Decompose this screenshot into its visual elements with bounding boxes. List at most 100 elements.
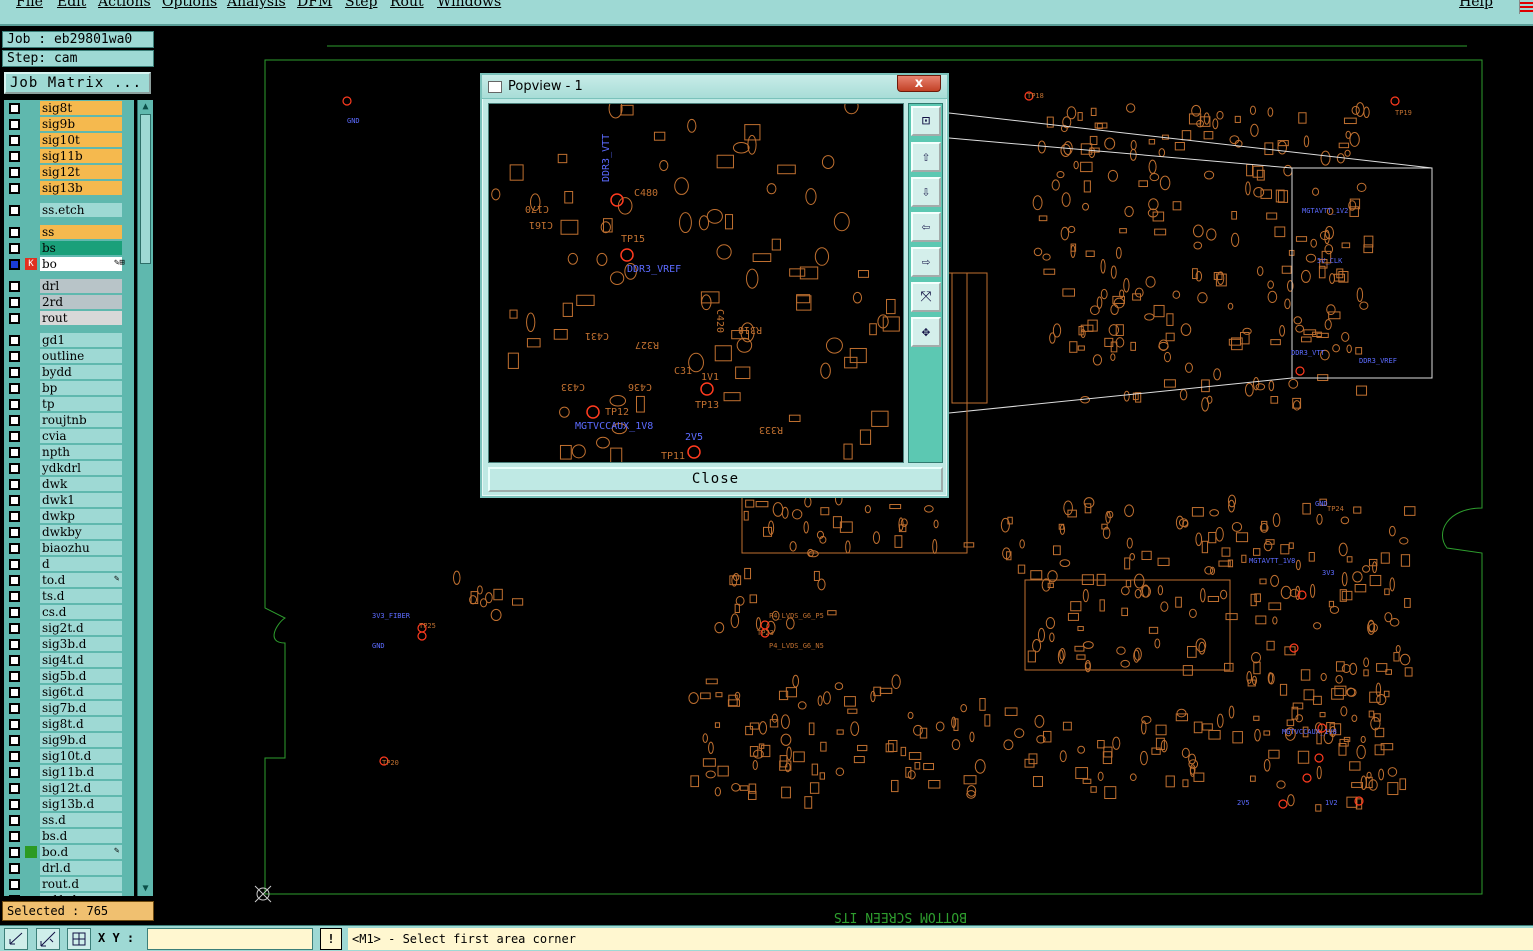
popview-close-button[interactable]: Close <box>488 467 943 492</box>
popview-canvas[interactable]: DDR3_VTT DDR3_VREF MGTVCCAUX_1V8 2V5 1V1 TP15… <box>488 103 904 463</box>
menu-help[interactable]: Help <box>1459 0 1493 10</box>
layer-row[interactable]: bo.d ✎ <box>4 844 134 860</box>
pan-left-icon[interactable]: ⇦ <box>911 212 941 242</box>
layer-checkbox[interactable] <box>9 227 20 238</box>
layer-row[interactable]: cvia <box>4 428 134 444</box>
layer-checkbox[interactable] <box>9 815 20 826</box>
layer-checkbox[interactable] <box>9 623 20 634</box>
layer-row[interactable]: sig13b <box>4 180 134 196</box>
layer-checkbox[interactable] <box>9 559 20 570</box>
menu-file[interactable]: File <box>16 0 43 10</box>
layer-checkbox[interactable] <box>9 351 20 362</box>
alert-icon[interactable]: ! <box>320 928 342 950</box>
layer-checkbox[interactable] <box>9 495 20 506</box>
layer-row[interactable]: dwkp <box>4 508 134 524</box>
layer-checkbox[interactable] <box>9 205 20 216</box>
layer-checkbox[interactable] <box>9 511 20 522</box>
layer-checkbox[interactable] <box>9 767 20 778</box>
layer-row[interactable]: ts.d <box>4 588 134 604</box>
layer-row[interactable]: outline <box>4 348 134 364</box>
layer-checkbox[interactable] <box>9 479 20 490</box>
layer-row[interactable]: d <box>4 556 134 572</box>
layer-row[interactable]: drl <box>4 278 134 294</box>
pan-down-icon[interactable]: ⇩ <box>911 177 941 207</box>
layer-row[interactable]: roujtnb <box>4 412 134 428</box>
popview-titlebar[interactable]: Popview - 1 x <box>482 75 947 99</box>
layer-row[interactable]: cs.d <box>4 604 134 620</box>
close-icon[interactable]: x <box>897 75 941 92</box>
job-matrix-button[interactable]: Job Matrix ... <box>4 72 151 94</box>
layer-checkbox[interactable] <box>9 751 20 762</box>
layer-checkbox[interactable] <box>9 119 20 130</box>
layer-row[interactable]: drl.d <box>4 860 134 876</box>
menu-analysis[interactable]: Analysis <box>227 0 286 10</box>
layer-checkbox[interactable] <box>9 895 20 896</box>
layer-checkbox[interactable] <box>9 135 20 146</box>
layer-row[interactable]: sig7b.d <box>4 700 134 716</box>
layer-row[interactable]: sig12t.d <box>4 780 134 796</box>
layer-checkbox[interactable] <box>9 639 20 650</box>
layer-checkbox[interactable] <box>9 103 20 114</box>
layer-checkbox[interactable] <box>9 703 20 714</box>
pan-right-icon[interactable]: ⇨ <box>911 247 941 277</box>
layer-checkbox[interactable] <box>9 735 20 746</box>
layer-row[interactable]: dwkby <box>4 524 134 540</box>
grid-tool-icon[interactable] <box>67 928 91 950</box>
layer-checkbox[interactable] <box>9 863 20 874</box>
layer-checkbox[interactable] <box>9 297 20 308</box>
layer-checkbox[interactable] <box>9 831 20 842</box>
zoom-fit-icon[interactable]: ⤧ <box>911 282 941 312</box>
layer-checkbox[interactable] <box>9 783 20 794</box>
layer-checkbox[interactable] <box>9 591 20 602</box>
layer-checkbox[interactable] <box>9 281 20 292</box>
layer-row[interactable]: sig5b.d <box>4 668 134 684</box>
layer-row[interactable]: rout.d <box>4 876 134 892</box>
layer-checkbox[interactable] <box>9 847 20 858</box>
scroll-down-icon[interactable]: ▼ <box>139 883 152 895</box>
layer-row[interactable]: sig4t.d <box>4 652 134 668</box>
layer-checkbox[interactable] <box>9 313 20 324</box>
layer-row[interactable]: rout <box>4 310 134 326</box>
layer-row[interactable]: sig10t <box>4 132 134 148</box>
menu-actions[interactable]: Actions <box>98 0 151 10</box>
layer-row[interactable]: sig11b <box>4 148 134 164</box>
zoom-area-icon[interactable]: ✥ <box>911 317 941 347</box>
layer-checkbox[interactable] <box>9 607 20 618</box>
layer-row[interactable]: sig3b.d <box>4 636 134 652</box>
layer-checkbox[interactable] <box>9 655 20 666</box>
layer-checkbox[interactable] <box>9 543 20 554</box>
measure-tool-icon[interactable] <box>36 928 60 950</box>
layer-row[interactable]: npth <box>4 444 134 460</box>
layer-row[interactable]: biaozhu <box>4 540 134 556</box>
layer-row[interactable]: Kbo ✎⊞ <box>4 256 134 272</box>
layer-checkbox[interactable] <box>9 575 20 586</box>
layer-row[interactable]: bp <box>4 380 134 396</box>
layer-checkbox[interactable] <box>9 799 20 810</box>
layer-checkbox[interactable] <box>9 719 20 730</box>
layer-checkbox[interactable] <box>9 151 20 162</box>
layer-row[interactable]: tp <box>4 396 134 412</box>
layer-row[interactable]: sig2t.d <box>4 620 134 636</box>
layer-row[interactable]: sig11b.d <box>4 764 134 780</box>
layer-checkbox[interactable] <box>9 463 20 474</box>
layer-scrollbar[interactable]: ▲ ▼ <box>137 100 153 896</box>
layer-checkbox[interactable] <box>9 399 20 410</box>
layer-checkbox[interactable] <box>9 335 20 346</box>
layer-row[interactable]: ss.d <box>4 812 134 828</box>
layer-row[interactable]: bydd <box>4 364 134 380</box>
layer-row[interactable]: sig8t.d <box>4 716 134 732</box>
layer-checkbox[interactable] <box>9 243 20 254</box>
pan-up-icon[interactable]: ⇧ <box>911 142 941 172</box>
layer-row[interactable]: gd1 <box>4 332 134 348</box>
layer-checkbox[interactable] <box>9 879 20 890</box>
layer-row[interactable]: 2rd <box>4 294 134 310</box>
layer-row[interactable]: ss <box>4 224 134 240</box>
select-tool-icon[interactable] <box>4 928 28 950</box>
scroll-thumb[interactable] <box>140 114 151 264</box>
layer-checkbox[interactable] <box>9 527 20 538</box>
layer-row[interactable]: sig6t.d <box>4 684 134 700</box>
layer-row[interactable]: ss.etch <box>4 202 134 218</box>
layer-checkbox[interactable] <box>9 367 20 378</box>
layer-row[interactable]: dwk <box>4 476 134 492</box>
layer-checkbox[interactable] <box>9 167 20 178</box>
